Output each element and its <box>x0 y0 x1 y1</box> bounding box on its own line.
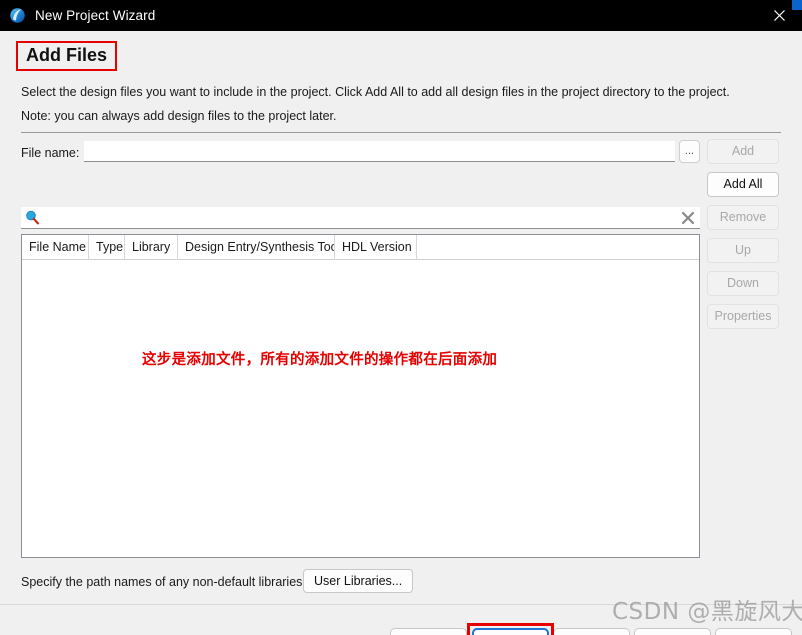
dialog-body: Add Files Select the design files you wa… <box>0 31 802 635</box>
column-header-hdl-version[interactable]: HDL Version <box>335 235 417 260</box>
description-line-1: Select the design files you want to incl… <box>21 85 730 99</box>
search-input[interactable] <box>43 208 667 228</box>
back-button[interactable]: < Back <box>390 628 467 635</box>
browse-button[interactable]: ... <box>679 140 700 163</box>
description-line-2: Note: you can always add design files to… <box>21 109 337 123</box>
page-title-highlight: Add Files <box>16 41 118 71</box>
up-button[interactable]: Up <box>707 238 779 263</box>
file-list-panel[interactable]: File Name Type Library Design Entry/Synt… <box>21 234 700 558</box>
cancel-button[interactable]: Cancel <box>634 628 711 635</box>
clear-x-icon[interactable] <box>680 210 696 226</box>
column-header-library[interactable]: Library <box>125 235 178 260</box>
next-button[interactable]: Next > <box>472 628 549 635</box>
table-header-row: File Name Type Library Design Entry/Synt… <box>22 235 699 260</box>
file-name-label: File name: <box>21 146 80 160</box>
magnifier-icon <box>25 210 40 225</box>
close-icon[interactable] <box>757 0 802 31</box>
title-bar: New Project Wizard <box>0 0 802 31</box>
new-project-wizard-dialog: New Project Wizard Add Files Select the … <box>0 0 802 635</box>
user-libraries-button[interactable]: User Libraries... <box>303 569 414 593</box>
side-button-group: Add Add All Remove Up Down Properties <box>707 139 779 337</box>
table-body: 这步是添加文件，所有的添加文件的操作都在后面添加 <box>22 260 699 557</box>
file-name-input[interactable] <box>84 141 675 162</box>
footer-button-bar: < Back Next > Finish Cancel Help <box>0 605 802 635</box>
add-button[interactable]: Add <box>707 139 779 164</box>
down-button[interactable]: Down <box>707 271 779 296</box>
remove-button[interactable]: Remove <box>707 205 779 230</box>
user-libraries-label: Specify the path names of any non-defaul… <box>21 575 306 589</box>
help-button[interactable]: Help <box>715 628 792 635</box>
column-header-design-entry[interactable]: Design Entry/Synthesis Tool <box>178 235 335 260</box>
header-divider <box>21 132 781 133</box>
column-header-type[interactable]: Type <box>89 235 125 260</box>
add-all-button[interactable]: Add All <box>707 172 779 197</box>
window-title: New Project Wizard <box>35 8 156 23</box>
column-header-file-name[interactable]: File Name <box>22 235 89 260</box>
annotation-red-note: 这步是添加文件，所有的添加文件的操作都在后面添加 <box>142 352 498 368</box>
properties-button[interactable]: Properties <box>707 304 779 329</box>
quartus-sphere-icon <box>9 7 26 24</box>
column-header-spacer <box>417 235 699 260</box>
page-title: Add Files <box>16 41 118 71</box>
finish-button[interactable]: Finish <box>553 628 630 635</box>
